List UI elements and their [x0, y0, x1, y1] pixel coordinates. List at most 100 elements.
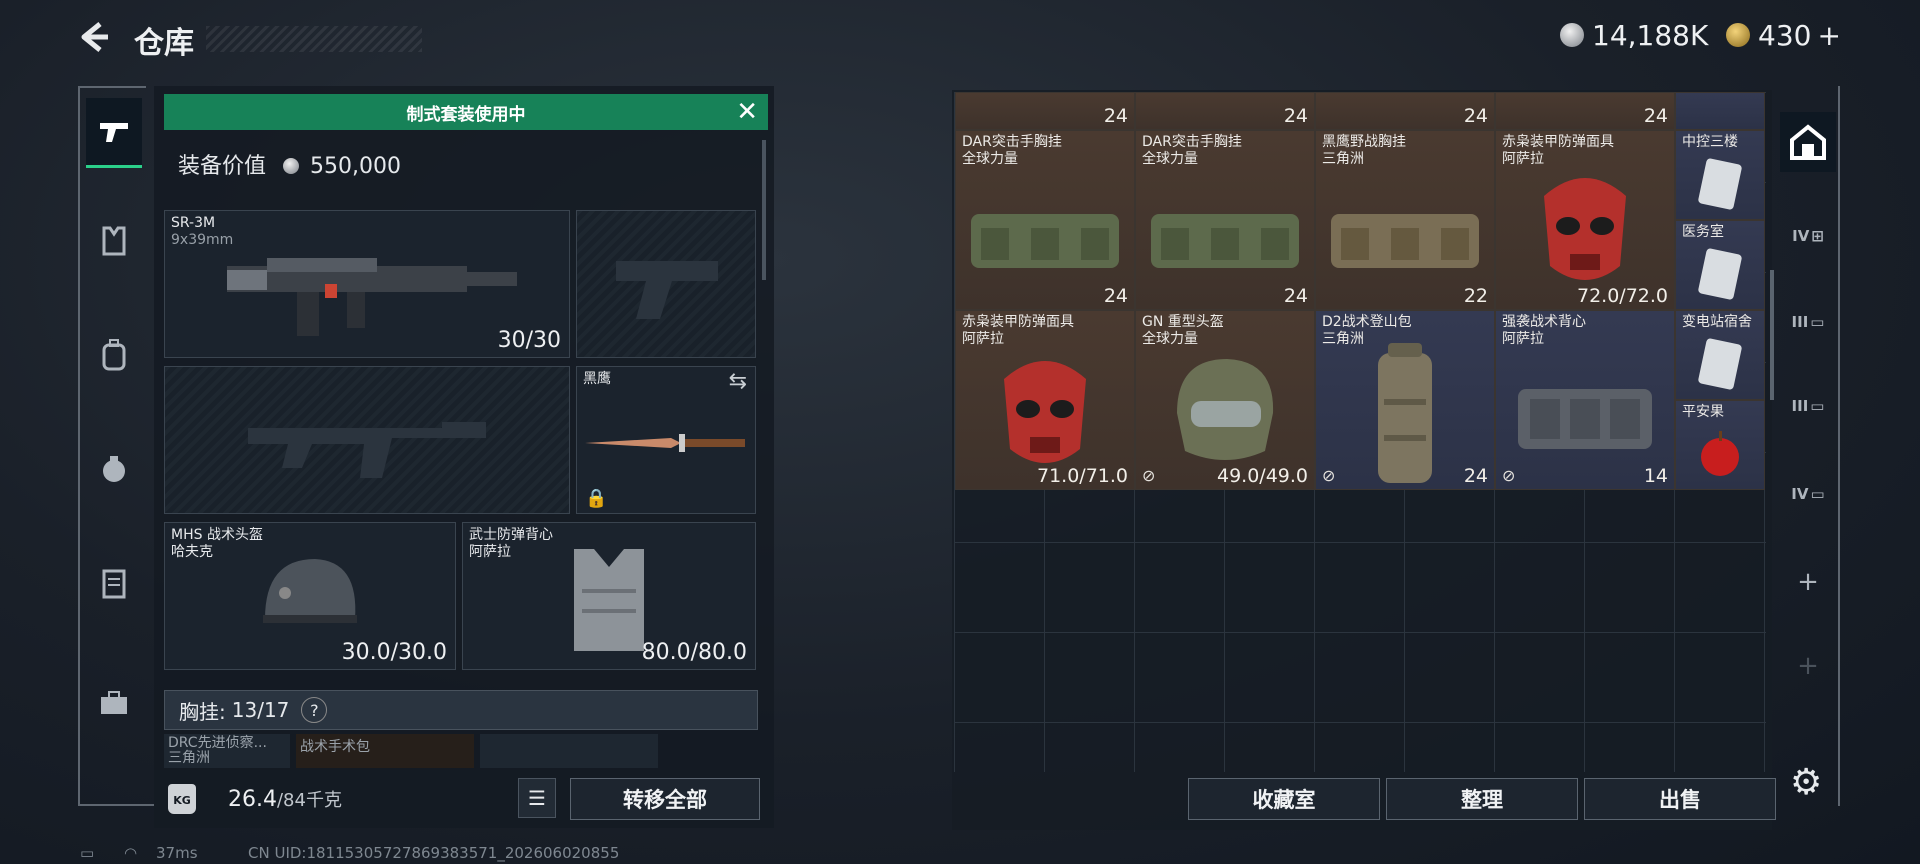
case-icon [102, 569, 126, 599]
weapon-name: SR-3M [171, 215, 216, 231]
item-durability: 49.0/49.0 [1216, 465, 1308, 487]
storage-item[interactable]: DAR突击手胸挂 全球力量 24 [1135, 130, 1315, 310]
gold-currency[interactable]: 430 + [1726, 18, 1841, 52]
assault-vest-image [1518, 389, 1652, 450]
weight-current: 26.4 [228, 787, 277, 812]
item-count: 14 [1643, 465, 1668, 487]
banner-text: 制式套装使用中 [406, 104, 526, 125]
storage-item[interactable]: 赤枭装甲防弹面具 阿萨拉 71.0/71.0 [955, 310, 1135, 490]
storage-item[interactable]: 强袭战术背心 阿萨拉 ⊘ 14 [1495, 310, 1675, 490]
item-count: 24 [1103, 105, 1128, 127]
key-item[interactable]: 医务室 [1675, 220, 1765, 310]
chest-item-empty[interactable] [480, 734, 658, 768]
keycard-icon [1698, 158, 1742, 210]
tab-weapons[interactable] [86, 98, 142, 168]
tab-level: IV [1791, 485, 1809, 503]
item-name: DAR突击手胸挂 [1142, 134, 1242, 150]
tab-main-storage[interactable] [1780, 112, 1836, 172]
tab-toolbox[interactable] [86, 668, 142, 738]
settings-gear-icon[interactable]: ⚙ [1790, 762, 1822, 803]
melee-name: 黑鹰 [583, 371, 611, 387]
key-item[interactable]: 中控三楼 [1675, 130, 1765, 220]
help-icon[interactable]: ? [301, 697, 328, 723]
storage-item[interactable]: DAR突击手胸挂 全球力量 24 [955, 130, 1135, 310]
storage-item[interactable]: 24 [1315, 92, 1495, 130]
helmet-durability: 30.0/30.0 [341, 640, 447, 665]
weight-icon: KG [168, 784, 196, 814]
item-name: DAR突击手胸挂 [962, 134, 1062, 150]
tab-chest-rig[interactable] [86, 206, 142, 276]
item-sub: 全球力量 [962, 151, 1018, 167]
tab-storage-iii[interactable]: III ▭ [1780, 292, 1836, 352]
primary-weapon-slot[interactable]: SR-3M 9x39mm 30/30 [164, 210, 570, 358]
add-storage-button[interactable]: + [1780, 552, 1836, 612]
storage-item[interactable]: GN 重型头盔 全球力量 ⊘ 49.0/49.0 [1135, 310, 1315, 490]
tab-backpack[interactable] [86, 320, 142, 390]
chest-item[interactable]: DRC先进侦察... 三角洲 [164, 734, 290, 768]
item-count: 24 [1103, 285, 1128, 307]
chest-item-sub: 三角洲 [168, 750, 210, 766]
keycard-icon [1698, 338, 1742, 390]
close-icon[interactable]: ✕ [736, 97, 758, 127]
storage-item[interactable] [1675, 92, 1765, 130]
uid-readout: CN UID:18115305727869383571_202606020855 [248, 844, 620, 862]
item-name: 黑鹰野战胸挂 [1322, 134, 1406, 150]
item-durability: 72.0/72.0 [1576, 285, 1668, 307]
item-count: 24 [1463, 465, 1488, 487]
item-name: GN 重型头盔 [1142, 314, 1224, 330]
secondary-weapon-slot[interactable] [164, 366, 570, 514]
storage-item[interactable]: 赤枭装甲防弹面具 阿萨拉 72.0/72.0 [1495, 130, 1675, 310]
key-item[interactable]: 变电站宿舍 [1675, 310, 1765, 400]
storage-item[interactable]: 黑鹰野战胸挂 三角洲 22 [1315, 130, 1495, 310]
tab-storage-iv[interactable]: IV ⊞ [1780, 206, 1836, 266]
tab-case[interactable] [86, 548, 142, 618]
chest-capacity: 13/17 [231, 698, 290, 722]
list-view-button[interactable]: ☰ [518, 778, 556, 818]
pistol-icon [100, 122, 128, 142]
sell-button[interactable]: 出售 [1584, 778, 1776, 820]
back-arrow-icon[interactable] [78, 20, 114, 56]
nav-divider [80, 804, 154, 806]
tab-level: III [1791, 397, 1809, 415]
helmet-name: MHS 战术头盔 [171, 527, 263, 543]
right-storage-nav: IV ⊞ III ▭ III ▭ IV ▭ + + [1774, 86, 1840, 806]
armor-slot[interactable]: 武士防弹背心 阿萨拉 80.0/80.0 [462, 522, 756, 670]
storage-item[interactable]: D2战术登山包 三角洲 ⊘ 24 [1315, 310, 1495, 490]
melee-slot[interactable]: 黑鹰 ⇆ 🔒 [576, 366, 756, 514]
pistol-slot[interactable] [576, 210, 756, 358]
storage-item[interactable]: 24 [1135, 92, 1315, 130]
helmet-slot[interactable]: MHS 战术头盔 哈夫克 30.0/30.0 [164, 522, 456, 670]
chest-item[interactable]: 战术手术包 [296, 734, 474, 768]
item-name: 强袭战术背心 [1502, 314, 1586, 330]
helmet-image [263, 558, 357, 623]
ping-readout: 37ms [156, 844, 198, 862]
storage-item[interactable]: 24 [1495, 92, 1675, 130]
storage-box-icon: ▭ [1810, 313, 1825, 331]
sort-button[interactable]: 整理 [1386, 778, 1578, 820]
tab-storage-iii-b[interactable]: III ▭ [1780, 376, 1836, 436]
ammo-count: 30/30 [497, 328, 561, 353]
chest-rig-bar[interactable]: 胸挂: 13/17 ? [164, 690, 758, 730]
loadout-banner: 制式套装使用中 ✕ [164, 94, 768, 130]
item-durability: 71.0/71.0 [1036, 465, 1128, 487]
list-icon: ☰ [528, 786, 546, 810]
helmet-sub: 哈夫克 [171, 544, 213, 560]
rifle-placeholder-icon [248, 421, 486, 478]
knife-image [585, 433, 745, 452]
silver-coin-icon [283, 158, 300, 174]
loadout-scrollbar[interactable] [762, 140, 766, 280]
left-category-nav [78, 86, 154, 806]
key-item[interactable]: 平安果 [1675, 400, 1765, 490]
storage-item[interactable]: 24 [955, 92, 1135, 130]
backpack-icon [102, 339, 126, 371]
equip-value-label: 装备价值 [178, 154, 267, 179]
tab-bag[interactable] [86, 434, 142, 504]
item-count: 24 [1643, 105, 1668, 127]
add-gold-button[interactable]: + [1817, 19, 1840, 52]
red-mask-image [1004, 361, 1086, 464]
tab-storage-iv-b[interactable]: IV ▭ [1780, 464, 1836, 524]
collection-button[interactable]: 收藏室 [1188, 778, 1380, 820]
swap-icon[interactable]: ⇆ [729, 369, 747, 394]
chest-label: 胸挂: [179, 699, 226, 724]
transfer-all-button[interactable]: 转移全部 [570, 778, 760, 820]
